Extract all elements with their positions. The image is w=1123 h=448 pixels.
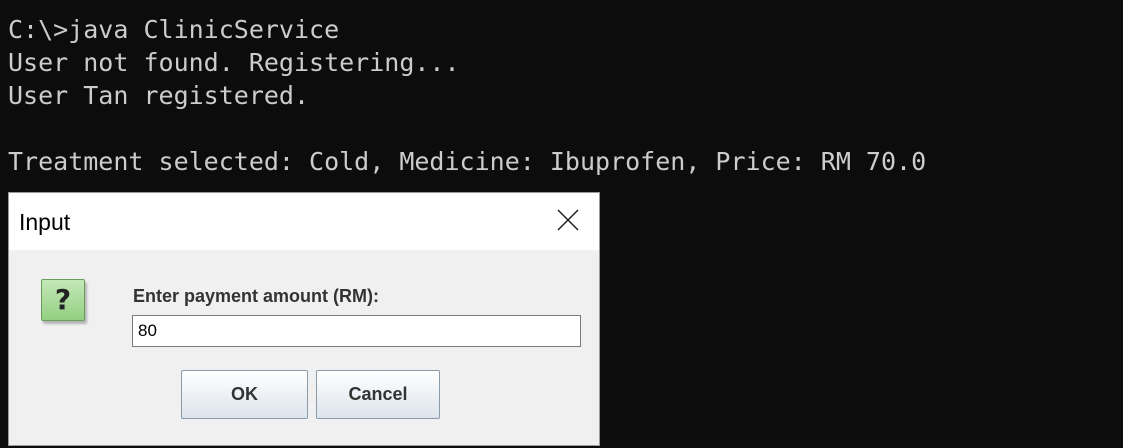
console-line: User Tan registered. bbox=[8, 81, 310, 110]
input-dialog: Input ? Enter payment amount (RM): OK Ca… bbox=[8, 192, 600, 446]
dialog-titlebar[interactable]: Input bbox=[9, 193, 599, 250]
payment-amount-input[interactable] bbox=[132, 315, 581, 347]
ok-button[interactable]: OK bbox=[181, 370, 308, 419]
console-line: User not found. Registering... bbox=[8, 48, 460, 77]
close-icon bbox=[557, 209, 579, 231]
console-line: C:\>java ClinicService bbox=[8, 15, 340, 44]
close-button[interactable] bbox=[539, 193, 599, 250]
cancel-button[interactable]: Cancel bbox=[316, 370, 440, 419]
prompt-label: Enter payment amount (RM): bbox=[133, 286, 380, 306]
question-icon: ? bbox=[41, 279, 85, 321]
console-line: Treatment selected: Cold, Medicine: Ibup… bbox=[8, 147, 927, 176]
dialog-title: Input bbox=[19, 209, 71, 235]
